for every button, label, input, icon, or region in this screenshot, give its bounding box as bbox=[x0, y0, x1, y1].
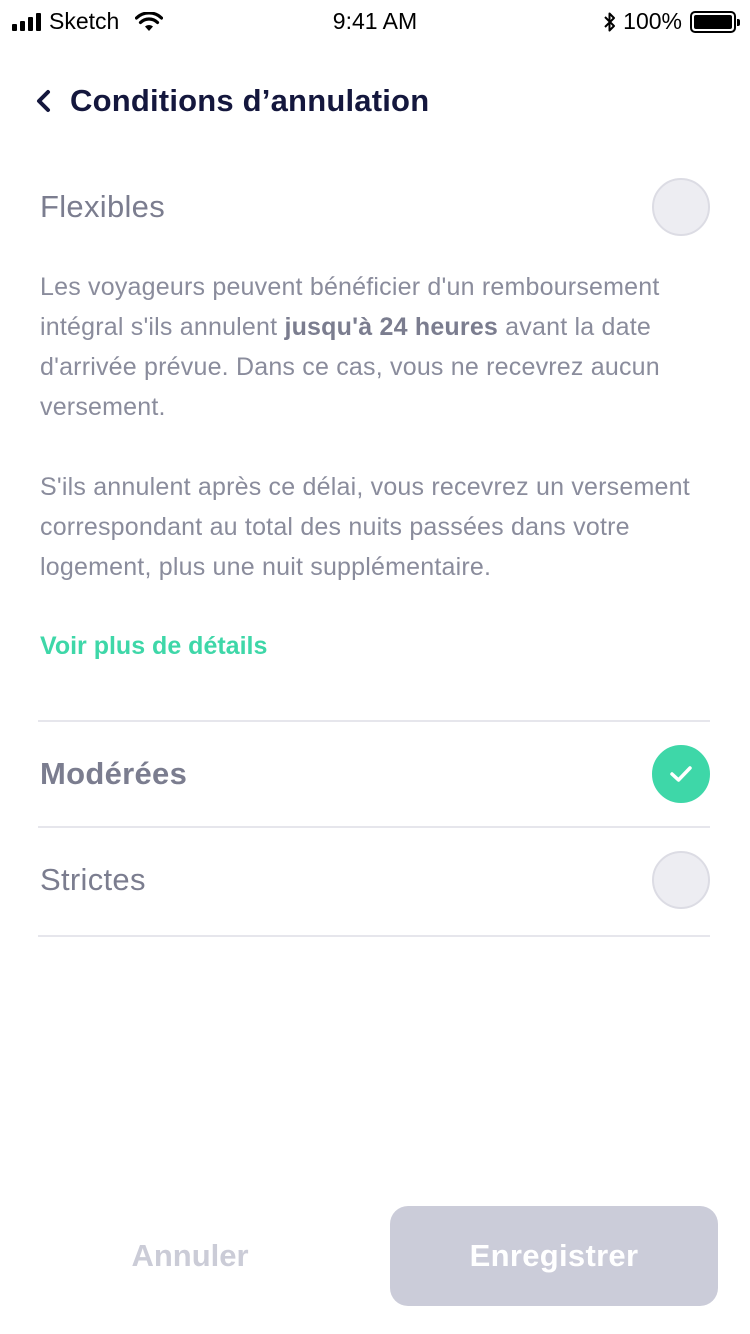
save-button[interactable]: Enregistrer bbox=[390, 1206, 718, 1306]
option-strict-radio[interactable] bbox=[652, 851, 710, 909]
status-right: 100% bbox=[603, 8, 740, 35]
back-button[interactable] bbox=[30, 81, 56, 121]
desc-text-bold: jusqu'à 24 heures bbox=[284, 313, 499, 341]
divider bbox=[38, 720, 710, 722]
check-icon bbox=[670, 766, 692, 782]
flexible-description-2: S'ils annulent après ce délai, vous rece… bbox=[40, 473, 690, 581]
flexible-description-1: Les voyageurs peuvent bénéficier d'un re… bbox=[40, 267, 710, 427]
divider bbox=[38, 826, 710, 828]
option-moderate[interactable]: Modérées bbox=[40, 745, 710, 803]
battery-percent: 100% bbox=[623, 8, 682, 34]
option-moderate-radio[interactable] bbox=[652, 745, 710, 803]
option-flexible-label: Flexibles bbox=[40, 189, 166, 224]
option-moderate-label: Modérées bbox=[40, 756, 188, 791]
header: Conditions d’annulation bbox=[30, 78, 710, 124]
option-flexible-radio[interactable] bbox=[652, 178, 710, 236]
more-details-link[interactable]: Voir plus de détails bbox=[40, 632, 267, 661]
status-bar: Sketch 9:41 AM 100% bbox=[0, 0, 750, 40]
option-flexible[interactable]: Flexibles bbox=[40, 178, 710, 236]
divider bbox=[38, 935, 710, 937]
screen: Sketch 9:41 AM 100% Conditions d’annulat… bbox=[0, 0, 750, 1334]
chevron-left-icon bbox=[37, 90, 50, 112]
cancel-button[interactable]: Annuler bbox=[40, 1206, 340, 1306]
option-strict[interactable]: Strictes bbox=[40, 851, 710, 909]
option-strict-label: Strictes bbox=[40, 862, 146, 897]
battery-icon bbox=[690, 10, 740, 33]
page-title: Conditions d’annulation bbox=[70, 83, 430, 118]
bluetooth-icon bbox=[604, 12, 616, 31]
